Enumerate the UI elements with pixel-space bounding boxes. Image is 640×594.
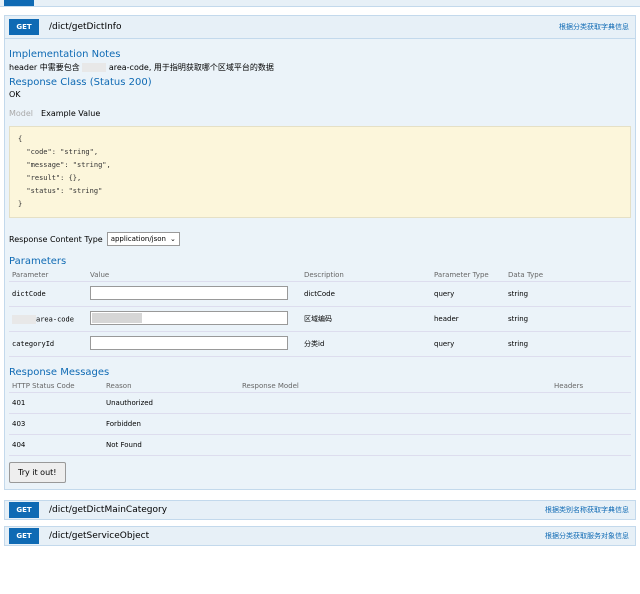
- json-line: {: [18, 135, 23, 143]
- area-code-input[interactable]: [90, 311, 288, 325]
- impl-text-post: area-code, 用于指明获取哪个区域平台的数据: [108, 63, 274, 72]
- response-messages-table: HTTP Status Code Reason Response Model H…: [9, 380, 631, 456]
- operation-summary[interactable]: 根据分类获取服务对象信息: [545, 531, 629, 541]
- param-value-cell: [87, 331, 301, 357]
- table-row: dictCode dictCode query string: [9, 281, 631, 307]
- method-badge: GET: [9, 502, 39, 518]
- response-class-value: OK: [9, 90, 21, 99]
- param-value-cell: [87, 281, 301, 307]
- param-value-cell: [87, 306, 301, 332]
- chevron-down-icon: ⌄: [170, 235, 176, 243]
- response-class-title: Response Class (Status 200): [9, 77, 152, 88]
- param-name: categoryId: [9, 331, 87, 357]
- json-line: "result": {},: [18, 174, 82, 182]
- response-content-type: Response Content Type application/json ⌄: [9, 232, 631, 246]
- table-row: area-code 区域编码 header string: [9, 306, 631, 332]
- tab-model[interactable]: Model: [9, 109, 33, 118]
- param-desc: 区域编码: [301, 306, 431, 332]
- param-name: dictCode: [9, 281, 87, 307]
- table-row: categoryId 分类id query string: [9, 331, 631, 357]
- json-line: }: [18, 200, 23, 208]
- param-data-type: string: [505, 306, 631, 332]
- redacted-value: [92, 313, 142, 323]
- param-desc: dictCode: [301, 281, 431, 307]
- param-header: Description: [301, 269, 431, 282]
- resp-header: Response Model: [239, 380, 551, 393]
- operation-get-dict-info: GET /dict/getDictInfo 根据分类获取字典信息 Impleme…: [4, 15, 636, 490]
- json-line: "message": "string",: [18, 161, 111, 169]
- param-header: Parameter: [9, 269, 87, 282]
- response-content-type-select[interactable]: application/json ⌄: [106, 232, 180, 246]
- redacted-text: [12, 314, 36, 324]
- operation-get-dict-main-category[interactable]: GET /dict/getDictMainCategory 根据类别名称获取字典…: [4, 500, 636, 520]
- redacted-text: [82, 63, 107, 72]
- category-id-input[interactable]: [90, 336, 288, 350]
- operation-header[interactable]: GET /dict/getDictInfo 根据分类获取字典信息: [5, 16, 635, 39]
- tab-example-value[interactable]: Example Value: [41, 109, 100, 118]
- operation-summary[interactable]: 根据分类获取字典信息: [559, 22, 629, 32]
- reason: Not Found: [103, 434, 239, 456]
- implementation-notes-title: Implementation Notes: [9, 49, 121, 60]
- operation-path[interactable]: /dict/getDictMainCategory: [49, 505, 167, 515]
- model-tabs: Model Example Value: [9, 109, 631, 118]
- param-type: header: [431, 306, 505, 332]
- param-desc: 分类id: [301, 331, 431, 357]
- param-header: Parameter Type: [431, 269, 505, 282]
- reason: Forbidden: [103, 413, 239, 435]
- dict-code-input[interactable]: [90, 286, 288, 300]
- param-header: Data Type: [505, 269, 631, 282]
- reason: Unauthorized: [103, 392, 239, 414]
- operation-path[interactable]: /dict/getServiceObject: [49, 531, 149, 541]
- method-badge: GET: [9, 528, 39, 544]
- param-header: Value: [87, 269, 301, 282]
- param-name-cell: area-code: [9, 306, 87, 332]
- example-json: { "code": "string", "message": "string",…: [9, 126, 631, 218]
- parameters-table: Parameter Value Description Parameter Ty…: [9, 269, 631, 357]
- status-code: 401: [9, 392, 103, 414]
- operation-path[interactable]: /dict/getDictInfo: [49, 22, 121, 32]
- previous-operation-bar[interactable]: [0, 0, 640, 7]
- operation-get-service-object[interactable]: GET /dict/getServiceObject 根据分类获取服务对象信息: [4, 526, 636, 546]
- param-name: area-code: [36, 315, 74, 323]
- param-type: query: [431, 331, 505, 357]
- table-row: 401 Unauthorized: [9, 392, 631, 414]
- impl-text-pre: header 中需要包含: [9, 63, 80, 72]
- operation-summary[interactable]: 根据类别名称获取字典信息: [545, 505, 629, 515]
- try-it-out-button[interactable]: Try it out!: [9, 462, 66, 483]
- status-code: 403: [9, 413, 103, 435]
- param-data-type: string: [505, 331, 631, 357]
- json-line: "status": "string": [18, 187, 103, 195]
- resp-header: Headers: [551, 380, 631, 393]
- select-value: application/json: [110, 235, 166, 243]
- param-data-type: string: [505, 281, 631, 307]
- implementation-notes-text: header 中需要包含 area-code, 用于指明获取哪个区域平台的数据: [9, 62, 631, 73]
- operation-content: Implementation Notes header 中需要包含 area-c…: [5, 39, 635, 489]
- previous-method-badge: [4, 0, 34, 6]
- parameters-title: Parameters: [9, 256, 67, 267]
- response-messages-title: Response Messages: [9, 367, 110, 378]
- resp-header: Reason: [103, 380, 239, 393]
- json-line: "code": "string",: [18, 148, 99, 156]
- method-badge: GET: [9, 19, 39, 35]
- table-row: 404 Not Found: [9, 434, 631, 456]
- param-type: query: [431, 281, 505, 307]
- status-code: 404: [9, 434, 103, 456]
- table-row: 403 Forbidden: [9, 413, 631, 435]
- resp-header: HTTP Status Code: [9, 380, 103, 393]
- response-content-type-label: Response Content Type: [9, 234, 103, 244]
